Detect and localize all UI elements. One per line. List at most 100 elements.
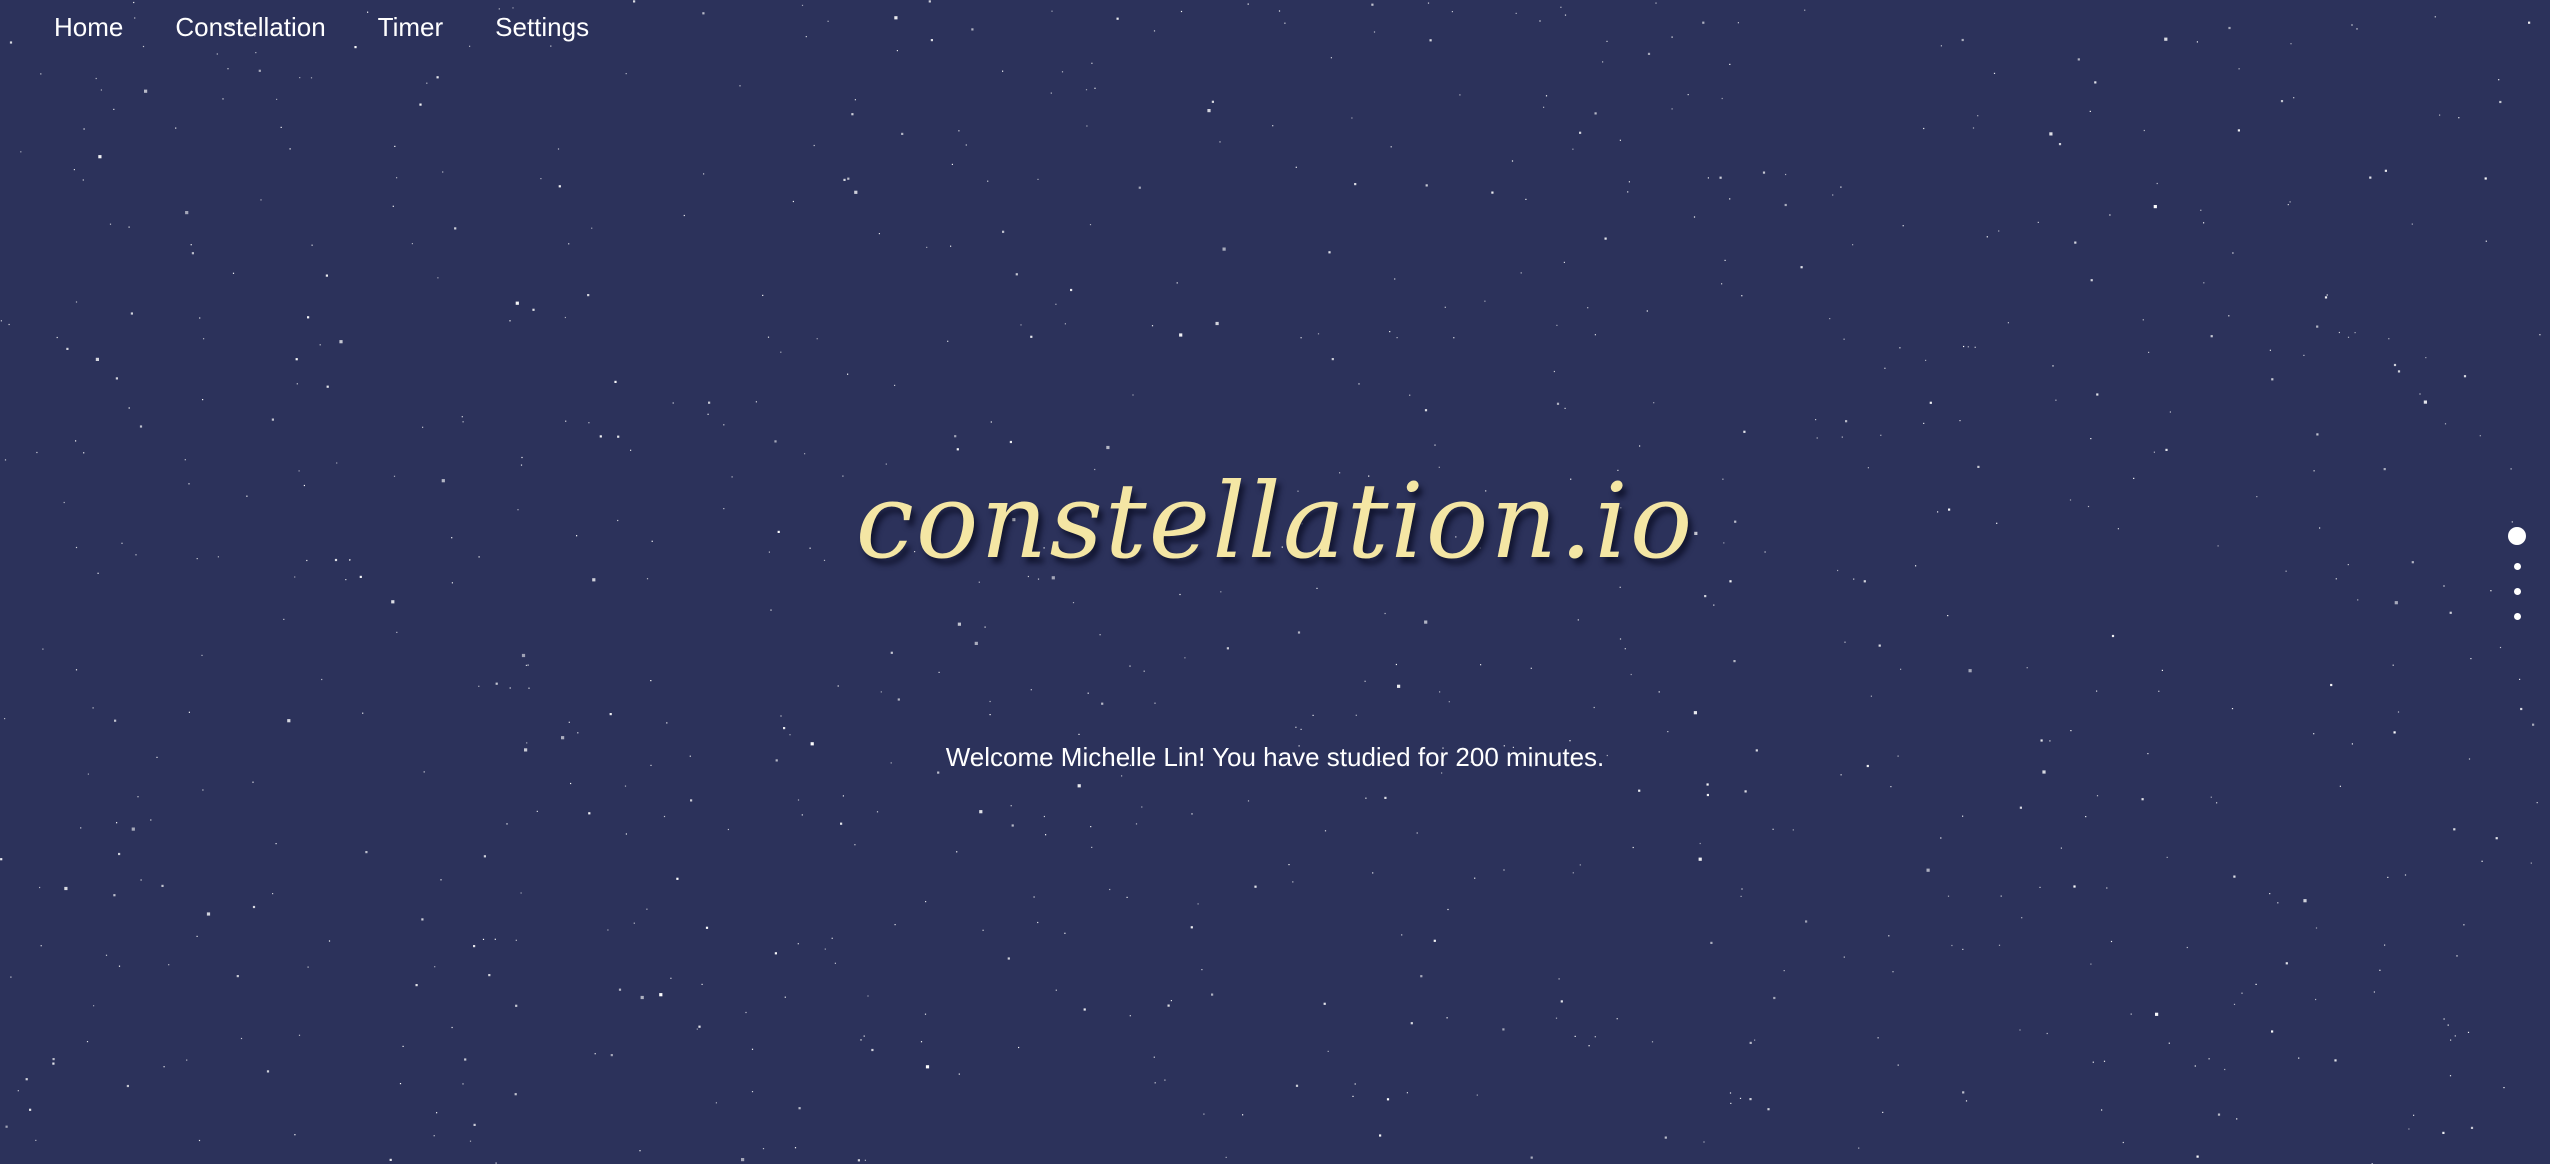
star <box>52 1062 55 1065</box>
star <box>509 320 511 322</box>
star <box>2122 1141 2124 1144</box>
star <box>854 99 856 101</box>
star <box>83 128 85 130</box>
star <box>1295 1084 1299 1087</box>
star <box>837 685 839 687</box>
star <box>1409 394 1411 396</box>
star <box>1998 944 2001 946</box>
star <box>203 338 205 340</box>
star <box>307 966 309 968</box>
nav-timer-link[interactable]: Timer <box>378 12 443 43</box>
star <box>1429 39 1432 42</box>
star <box>283 618 285 620</box>
star <box>890 651 893 654</box>
star <box>2236 1118 2238 1120</box>
star <box>2373 991 2375 993</box>
star <box>8 323 10 326</box>
star <box>2049 132 2053 136</box>
star <box>163 1066 165 1068</box>
star <box>1453 337 1455 339</box>
star <box>1929 401 1932 404</box>
star <box>1882 1111 1884 1113</box>
star <box>1278 10 1281 12</box>
star <box>2210 796 2212 798</box>
star <box>762 294 764 296</box>
star <box>1390 146 1392 148</box>
star <box>2444 423 2447 425</box>
star <box>1358 383 1360 385</box>
star <box>2449 1075 2452 1077</box>
star <box>2208 1058 2210 1060</box>
star <box>2347 336 2350 338</box>
star <box>1556 402 1560 405</box>
star <box>528 687 530 689</box>
star <box>1211 993 1214 996</box>
star <box>2447 1024 2449 1026</box>
star <box>2155 1012 2159 1016</box>
star <box>984 626 986 628</box>
star <box>1693 216 1696 218</box>
star <box>1203 1113 1205 1115</box>
star <box>2269 349 2271 351</box>
star <box>118 852 121 856</box>
pager-dot-4[interactable] <box>2513 613 2521 620</box>
star <box>20 151 22 153</box>
star <box>1132 394 1134 396</box>
star <box>319 344 321 346</box>
star <box>925 901 927 903</box>
star <box>1940 45 1942 47</box>
star <box>188 711 190 713</box>
star <box>321 678 323 681</box>
star <box>540 178 542 180</box>
star <box>42 648 44 650</box>
star <box>1965 1100 1968 1102</box>
star <box>614 380 617 383</box>
nav-home-link[interactable]: Home <box>54 12 123 43</box>
star <box>1572 148 1574 150</box>
star <box>419 103 422 106</box>
star <box>2194 1065 2196 1067</box>
star <box>399 1083 402 1085</box>
star <box>1951 944 1953 947</box>
star <box>2130 1013 2132 1015</box>
nav-constellation-link[interactable]: Constellation <box>175 12 325 43</box>
star <box>1805 920 1808 923</box>
pager-dot-2[interactable] <box>2513 563 2521 570</box>
star <box>774 440 777 443</box>
star <box>1164 1079 1166 1081</box>
star <box>1384 612 1386 615</box>
star <box>625 833 627 835</box>
star <box>2442 1131 2445 1134</box>
star <box>1737 22 1739 24</box>
star <box>483 855 486 858</box>
nav-settings-link[interactable]: Settings <box>495 12 589 43</box>
star <box>1710 941 1713 944</box>
star <box>2536 802 2538 804</box>
star <box>867 995 869 997</box>
pager-dot-1[interactable] <box>2508 527 2526 545</box>
pager-dot-3[interactable] <box>2513 588 2521 595</box>
star <box>2456 955 2458 957</box>
star <box>1480 664 1482 666</box>
star <box>144 89 148 93</box>
star <box>1940 837 1942 839</box>
star <box>2233 1003 2236 1005</box>
star <box>421 918 424 921</box>
star <box>95 77 97 80</box>
star <box>880 691 882 693</box>
star <box>131 827 135 831</box>
star <box>415 984 418 987</box>
star <box>462 421 464 423</box>
star <box>2316 325 2319 328</box>
star <box>1312 714 1314 716</box>
star <box>1433 939 1436 942</box>
star <box>2404 874 2407 876</box>
star <box>2241 992 2243 994</box>
star <box>1077 784 1081 788</box>
star <box>1539 20 1541 22</box>
star <box>982 929 984 931</box>
star <box>1364 680 1366 682</box>
star <box>1878 644 1881 647</box>
star <box>1671 36 1673 38</box>
star <box>2338 331 2340 334</box>
